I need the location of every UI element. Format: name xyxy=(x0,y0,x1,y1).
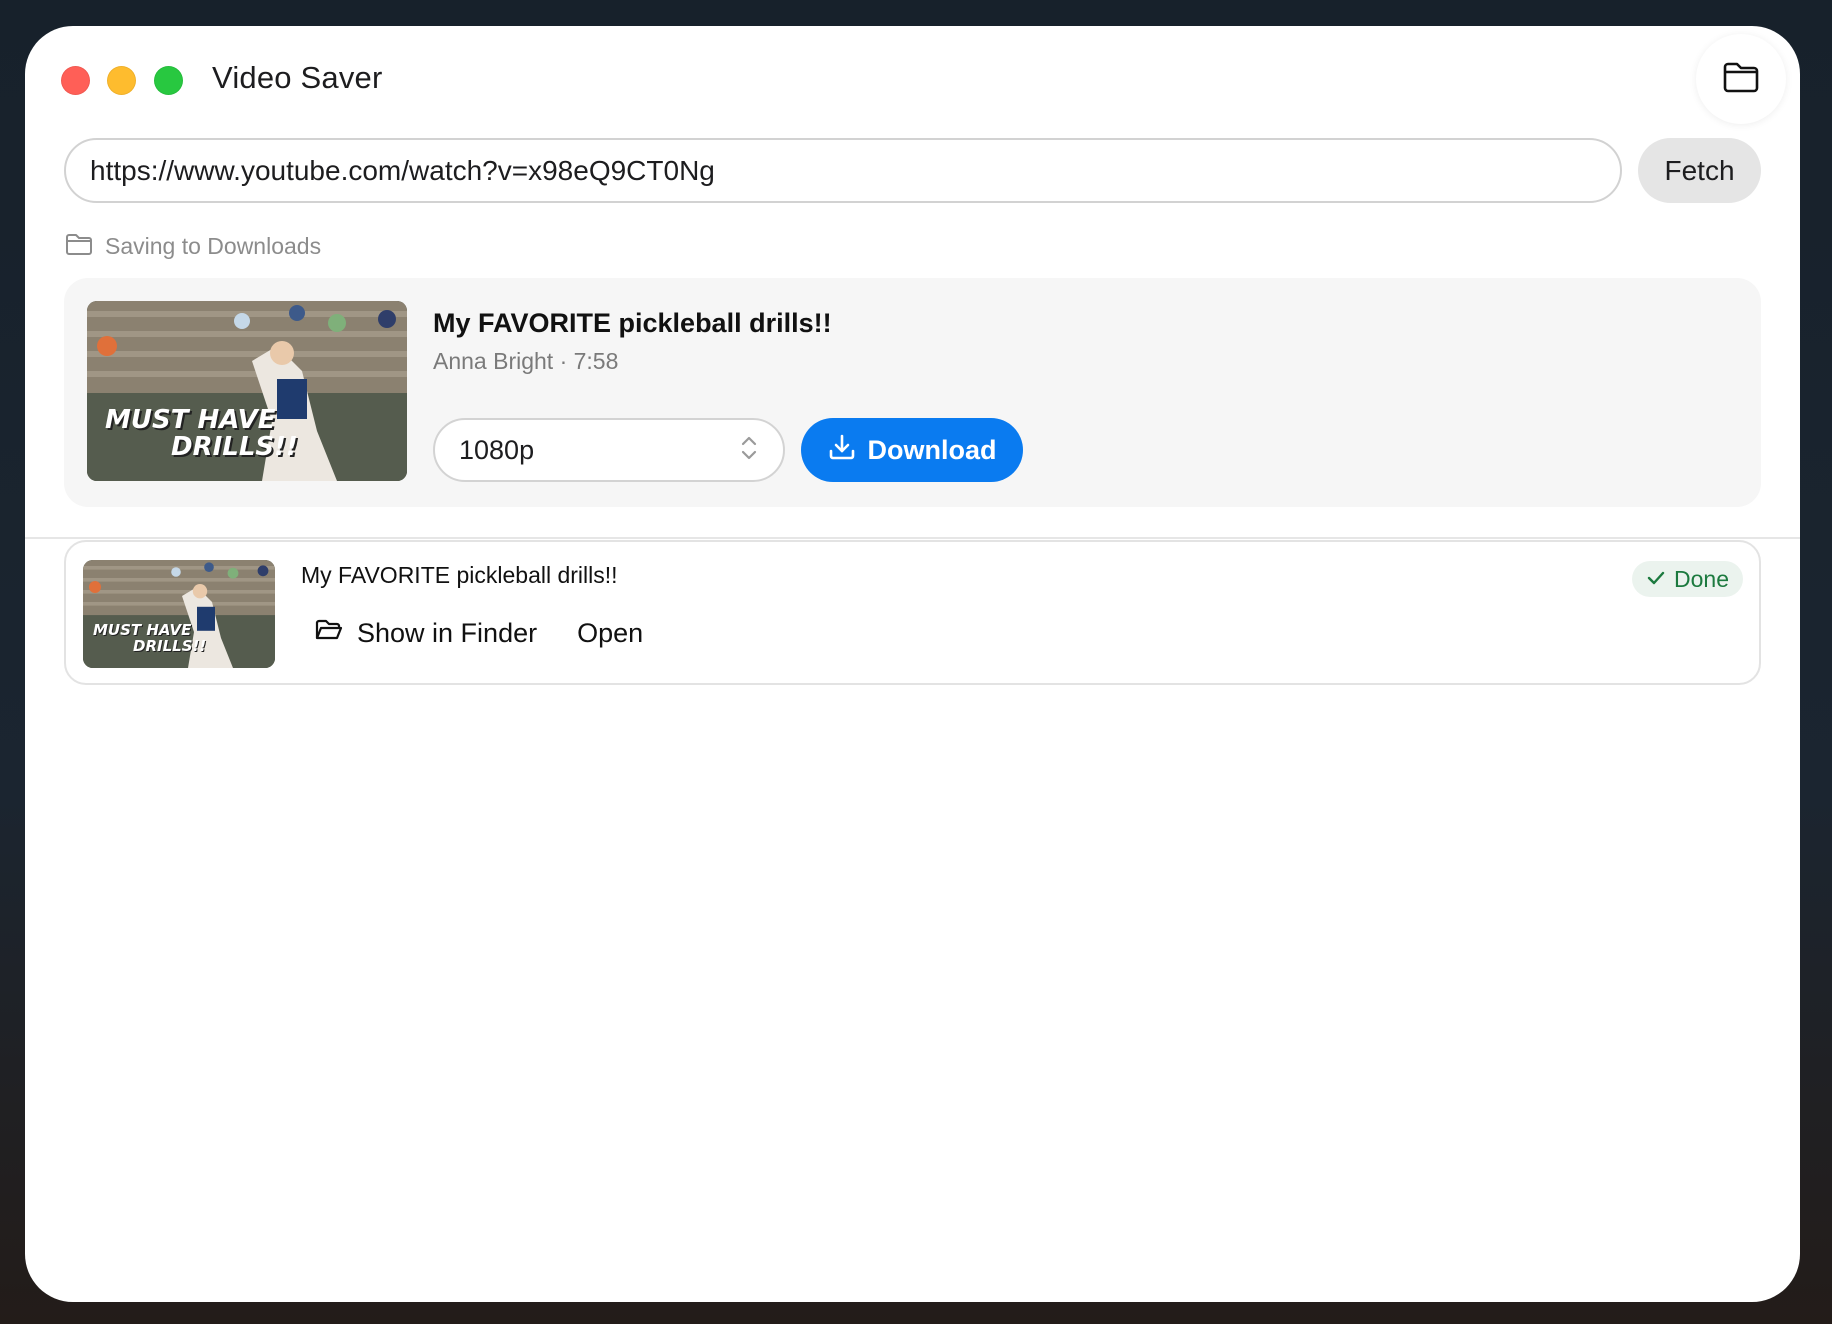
download-icon xyxy=(828,433,856,468)
status-badge: Done xyxy=(1632,561,1743,597)
minimize-window-button[interactable] xyxy=(107,66,136,95)
checkmark-icon xyxy=(1646,566,1666,593)
history-thumbnail-caption-line1: MUST HAVE xyxy=(93,621,192,639)
folder-outline-icon xyxy=(65,232,93,261)
folder-open-icon xyxy=(315,618,343,649)
download-history-item: MUST HAVE DRILLS!! My FAVORITE picklebal… xyxy=(64,540,1761,685)
section-divider xyxy=(25,537,1800,539)
chevron-up-down-icon xyxy=(739,434,759,467)
show-in-finder-button[interactable]: Show in Finder xyxy=(315,618,537,649)
thumbnail-caption-line2: DRILLS!! xyxy=(171,432,298,462)
download-button[interactable]: Download xyxy=(801,418,1023,482)
video-preview-card: MUST HAVE DRILLS!! My FAVORITE picklebal… xyxy=(64,278,1761,507)
download-label: Download xyxy=(867,434,997,465)
maximize-window-button[interactable] xyxy=(154,66,183,95)
folder-icon xyxy=(1723,61,1759,98)
fetch-button[interactable]: Fetch xyxy=(1638,138,1761,203)
open-downloads-folder-button[interactable] xyxy=(1696,34,1786,124)
status-text: Done xyxy=(1674,565,1729,592)
video-thumbnail: MUST HAVE DRILLS!! xyxy=(87,301,407,481)
save-location-text: Saving to Downloads xyxy=(105,232,322,259)
url-input[interactable] xyxy=(64,138,1622,203)
quality-select[interactable]: 1080p xyxy=(433,418,785,482)
save-location: Saving to Downloads xyxy=(65,226,321,266)
video-meta: Anna Bright · 7:58 xyxy=(433,348,619,374)
history-item-actions: Show in Finder Open xyxy=(315,618,643,649)
app-title: Video Saver xyxy=(212,60,383,95)
open-button[interactable]: Open xyxy=(577,618,643,649)
history-thumbnail-caption-line2: DRILLS!! xyxy=(133,637,207,655)
app-window: Video Saver Fetch Saving to Downloads xyxy=(25,26,1800,1302)
history-thumbnail: MUST HAVE DRILLS!! xyxy=(83,560,275,668)
history-item-title: My FAVORITE pickleball drills!! xyxy=(301,562,618,588)
show-in-finder-label: Show in Finder xyxy=(357,618,538,648)
quality-value: 1080p xyxy=(459,434,535,465)
close-window-button[interactable] xyxy=(61,66,90,95)
thumbnail-caption-line1: MUST HAVE xyxy=(105,405,276,435)
video-title: My FAVORITE pickleball drills!! xyxy=(433,308,832,338)
